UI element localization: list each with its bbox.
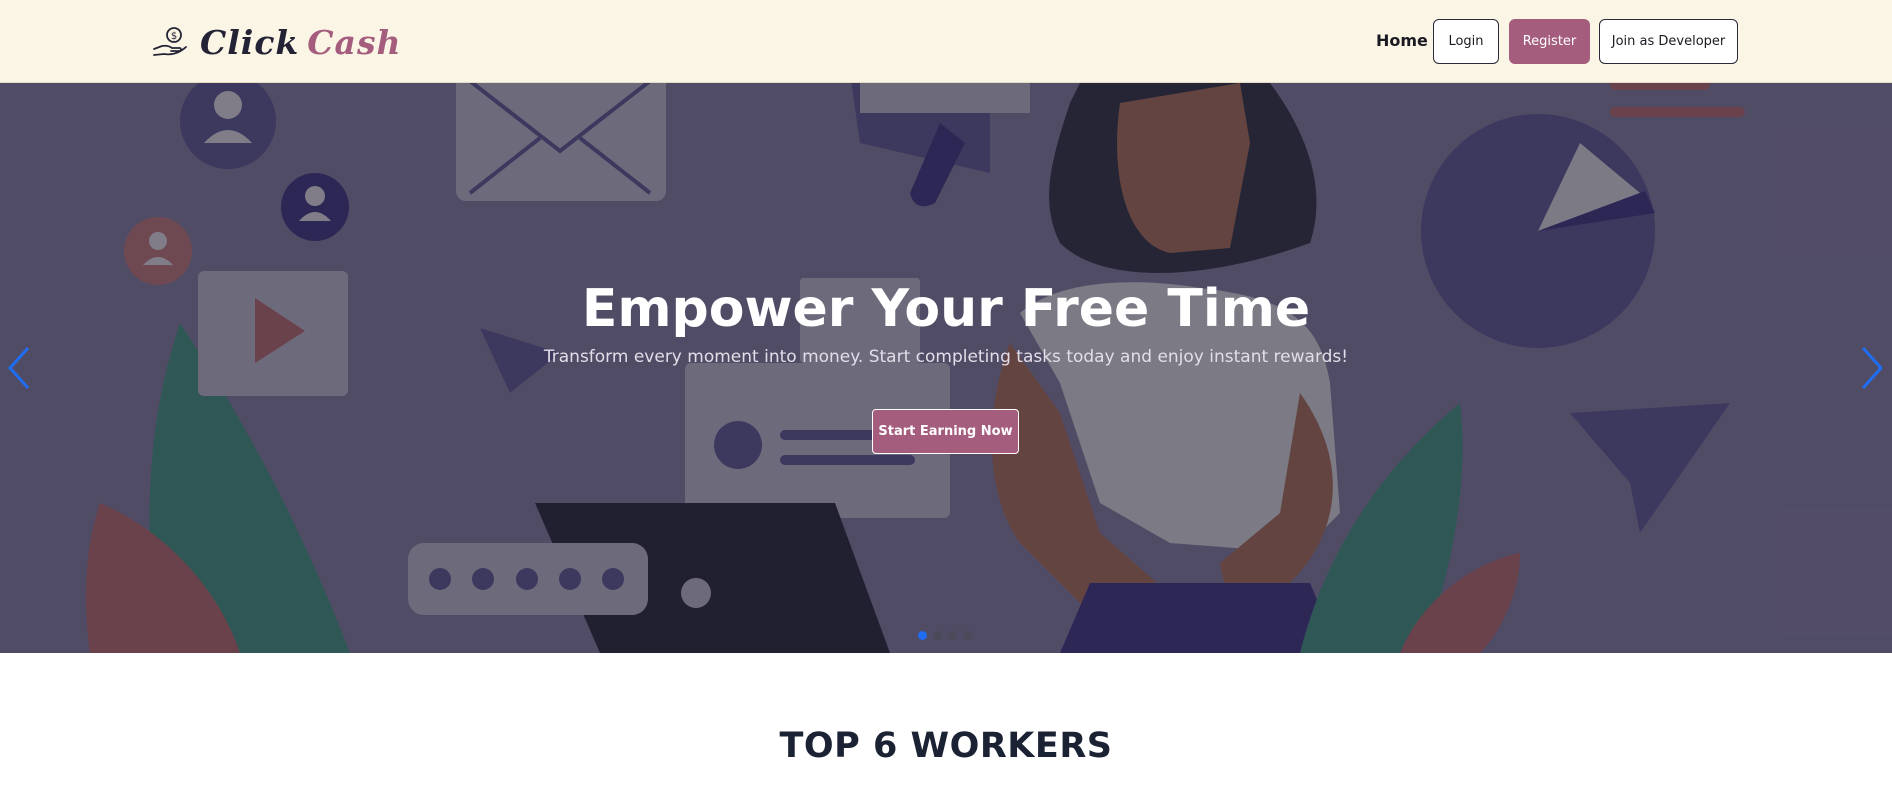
hero-subtitle: Transform every moment into money. Start… xyxy=(543,347,1349,367)
carousel-indicator-4[interactable] xyxy=(963,631,972,640)
register-button[interactable]: Register xyxy=(1509,19,1590,64)
top-workers-heading: TOP 6 WORKERS xyxy=(779,726,1113,766)
carousel-indicators xyxy=(918,631,972,643)
join-developer-button[interactable]: Join as Developer xyxy=(1599,19,1738,64)
svg-text:$: $ xyxy=(171,31,177,42)
carousel-indicator-1[interactable] xyxy=(918,631,927,640)
carousel-indicator-2[interactable] xyxy=(933,631,942,640)
hero-title: Empower Your Free Time xyxy=(581,279,1311,339)
brand-logo[interactable]: $ Click Cash xyxy=(152,22,402,62)
start-earning-button[interactable]: Start Earning Now xyxy=(872,409,1019,454)
hero-carousel: Empower Your Free Time Transform every m… xyxy=(0,83,1892,653)
brand-name-click: Click xyxy=(200,22,300,62)
hero-overlay xyxy=(0,83,1892,653)
carousel-indicator-3[interactable] xyxy=(948,631,957,640)
money-hand-icon: $ xyxy=(153,27,187,56)
navbar: $ Click Cash Home Login Register Join as… xyxy=(0,0,1892,83)
nav-home-link[interactable]: Home xyxy=(1376,31,1428,50)
login-button[interactable]: Login xyxy=(1433,19,1499,64)
brand-name-cash: Cash xyxy=(307,22,402,62)
